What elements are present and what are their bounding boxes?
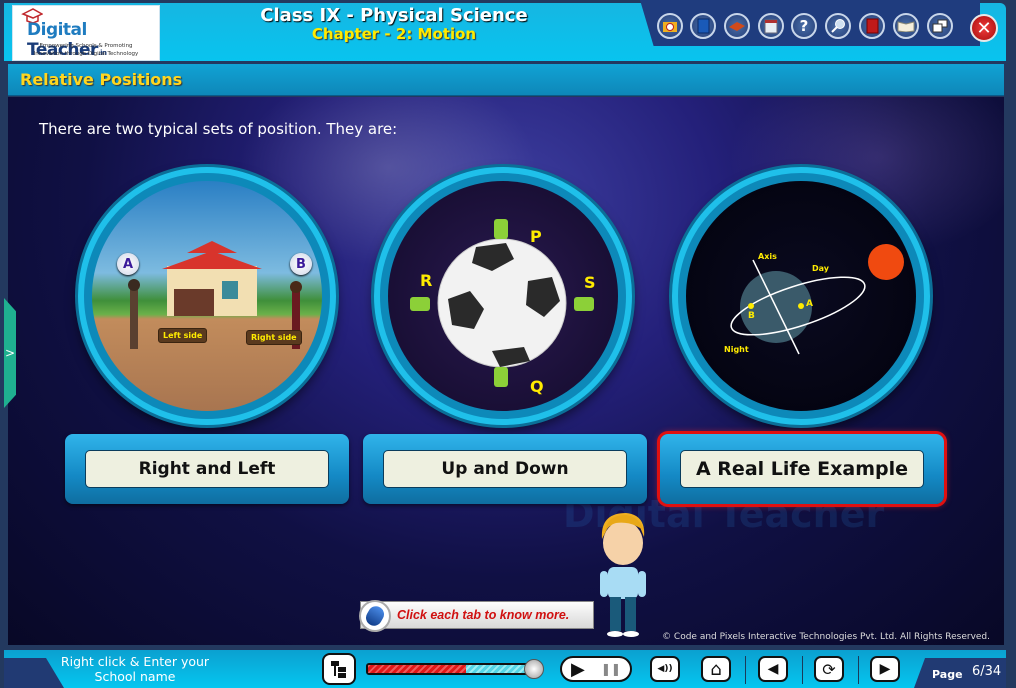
drawing-tablet-icon[interactable] xyxy=(724,13,750,39)
hint-box: Click each tab to know more. xyxy=(359,600,594,632)
label-night: Night xyxy=(724,345,749,354)
label-b: B xyxy=(748,311,755,321)
course-title: Class IX - Physical Science xyxy=(260,5,528,26)
progress-bar[interactable] xyxy=(366,663,534,675)
previous-icon: ◀ xyxy=(767,661,779,677)
content-stage: There are two typical sets of position. … xyxy=(8,97,1004,645)
label-s: S xyxy=(584,273,596,292)
tab-up-and-down[interactable]: Up and Down xyxy=(363,434,647,504)
right-left-illustration: A B Left side Right side xyxy=(78,167,336,425)
page-indicator: Page 6/34 xyxy=(914,658,1006,688)
home-button[interactable]: ⌂ xyxy=(701,656,731,682)
menu-tree-button[interactable] xyxy=(322,653,356,685)
play-pause-button[interactable]: ▶ ❚❚ xyxy=(560,656,632,682)
folder-clock-icon[interactable] xyxy=(657,13,683,39)
next-icon: ▶ xyxy=(879,661,891,677)
label-axis: Axis xyxy=(758,252,777,261)
point-a-badge: A xyxy=(117,253,139,275)
window-resize-icon[interactable] xyxy=(927,13,953,39)
replay-icon: ⟳ xyxy=(822,659,836,679)
side-panel-toggle[interactable]: > xyxy=(4,298,16,408)
magnifier-icon[interactable] xyxy=(825,13,851,39)
label-a: A xyxy=(806,299,813,309)
home-icon: ⌂ xyxy=(710,658,722,680)
app-window: Digital Teacher.in Empowering Schools & … xyxy=(0,0,1016,688)
right-side-tag: Right side xyxy=(246,330,302,345)
whiteboard-icon[interactable] xyxy=(758,13,784,39)
section-header: Relative Positions xyxy=(8,64,1004,96)
logo-tagline-1: Empowering Schools & Promoting xyxy=(39,43,133,49)
speaker-icon: ◀)) xyxy=(657,664,673,674)
footer-bar: Right click & Enter your School name ▶ ❚… xyxy=(4,650,1006,688)
help-icon[interactable]: ? xyxy=(791,13,817,39)
tab-label: Up and Down xyxy=(383,450,627,488)
open-book-icon[interactable] xyxy=(893,13,919,39)
house-scene-image xyxy=(128,241,302,349)
next-page-button[interactable]: ▶ xyxy=(870,656,900,682)
tab-real-life-example[interactable]: A Real Life Example xyxy=(660,434,944,504)
tab-label: Right and Left xyxy=(85,450,329,488)
play-icon: ▶ xyxy=(571,658,585,680)
logo: Digital Teacher.in Empowering Schools & … xyxy=(12,5,160,61)
tab-label: A Real Life Example xyxy=(680,450,924,488)
real-life-illustration: Axis Day Night A B xyxy=(672,167,930,425)
sound-button[interactable]: ◀)) xyxy=(650,656,680,682)
label-p: P xyxy=(530,227,542,246)
logo-tagline-2: Innovation through Digital Technology xyxy=(33,51,139,57)
page-number: 6/34 xyxy=(972,664,1002,679)
intro-text: There are two typical sets of position. … xyxy=(39,120,398,138)
tab-right-and-left[interactable]: Right and Left xyxy=(65,434,349,504)
pause-icon: ❚❚ xyxy=(600,662,621,676)
boy-character-image xyxy=(600,513,646,637)
section-title: Relative Positions xyxy=(20,70,183,89)
left-side-tag: Left side xyxy=(158,328,208,343)
chapter-title: Chapter - 2: Motion xyxy=(311,25,477,43)
notebook-icon[interactable] xyxy=(690,13,716,39)
replay-button[interactable]: ⟳ xyxy=(814,656,844,682)
up-down-illustration: P Q R S xyxy=(374,167,632,425)
book-icon[interactable] xyxy=(859,13,885,39)
soccer-ball-image xyxy=(410,219,594,387)
school-name-field[interactable]: Right click & Enter your School name xyxy=(60,654,210,684)
mouse-icon xyxy=(359,600,391,632)
label-q: Q xyxy=(530,377,544,396)
progress-slider-handle[interactable] xyxy=(524,659,544,679)
top-toolbar: ? xyxy=(640,0,980,46)
tree-icon xyxy=(331,661,346,678)
label-r: R xyxy=(420,271,433,290)
page-label: Page xyxy=(932,668,963,681)
point-b-badge: B xyxy=(290,253,312,275)
previous-page-button[interactable]: ◀ xyxy=(758,656,788,682)
close-button[interactable]: ✕ xyxy=(970,14,998,42)
hint-text: Click each tab to know more. xyxy=(397,608,570,622)
label-day: Day xyxy=(812,264,830,273)
copyright-text: © Code and Pixels Interactive Technologi… xyxy=(662,632,990,642)
earth-sun-image xyxy=(730,244,904,355)
